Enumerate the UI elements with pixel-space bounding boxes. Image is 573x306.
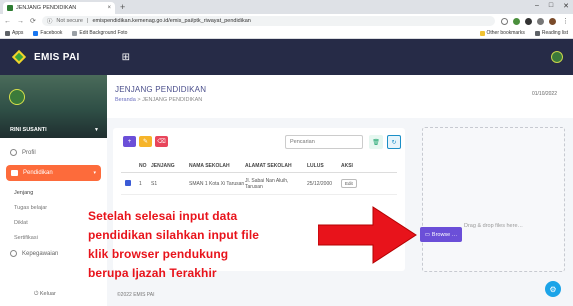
- bookmarks-bar: Apps Facebook Edit Background Foto Other…: [0, 28, 573, 39]
- reload-icon[interactable]: ⟳: [30, 17, 36, 25]
- app-header: EMIS PAI ⊞: [0, 39, 573, 75]
- puzzle-icon[interactable]: [537, 17, 544, 25]
- bookmark-edit-background[interactable]: Edit Background Foto: [72, 30, 127, 36]
- settings-gear-icon[interactable]: ⚙: [545, 281, 561, 297]
- edit-button[interactable]: ✎: [139, 136, 152, 147]
- delete-button[interactable]: ⌫: [155, 136, 168, 147]
- user-icon: [10, 149, 17, 156]
- browse-button[interactable]: ▭ Browse …: [420, 227, 462, 242]
- table-header: NO JENJANG NAMA SEKOLAH ALAMAT SEKOLAH L…: [121, 160, 397, 173]
- breadcrumb-current: JENJANG PENDIDIKAN: [142, 97, 203, 103]
- refresh-button[interactable]: ↻: [387, 135, 401, 149]
- back-arrow-icon[interactable]: ←: [4, 18, 11, 25]
- group-icon: [10, 250, 17, 257]
- add-button[interactable]: +: [123, 136, 136, 147]
- col-alamat-sekolah: ALAMAT SEKOLAH: [245, 163, 292, 169]
- bookmark-facebook[interactable]: Facebook: [33, 30, 62, 36]
- url-bar[interactable]: ⓘ Not secure | emispendidikan.kemenag.go…: [41, 16, 495, 26]
- red-arrow-icon: [318, 206, 417, 264]
- tab-close-icon[interactable]: ×: [107, 5, 111, 11]
- instruction-annotation: Setelah selesai input data pendidikan si…: [88, 207, 338, 283]
- maximize-button[interactable]: □: [549, 2, 553, 10]
- star-icon[interactable]: [501, 17, 508, 25]
- other-bookmarks[interactable]: Other bookmarks: [479, 30, 525, 36]
- site-favicon-icon: [7, 5, 13, 11]
- breadcrumb-home[interactable]: Beranda: [115, 97, 136, 103]
- new-tab-button[interactable]: +: [120, 2, 125, 12]
- security-status: Not secure: [56, 18, 83, 24]
- info-icon[interactable]: ⓘ: [47, 17, 53, 25]
- sidebar-item-pendidikan[interactable]: Pendidikan ▾: [6, 165, 101, 181]
- page-icon: [72, 30, 78, 36]
- profile-banner: RINI SUSANTI ▼: [0, 75, 107, 138]
- search-input[interactable]: [290, 139, 358, 145]
- education-table: NO JENJANG NAMA SEKOLAH ALAMAT SEKOLAH L…: [121, 160, 397, 195]
- page-date: 01/10/2022: [531, 91, 557, 97]
- page-title: JENJANG PENDIDIKAN: [115, 85, 207, 94]
- tab-title: JENJANG PENDIDIKAN: [16, 5, 77, 11]
- table-toolbar: + ✎ ⌫: [123, 136, 168, 147]
- window-controls: – □ ✕: [535, 2, 569, 10]
- user-name[interactable]: RINI SUSANTI: [10, 127, 47, 133]
- apps-grid-icon: [5, 30, 10, 36]
- header-avatar[interactable]: [551, 51, 563, 63]
- breadcrumb: Beranda > JENJANG PENDIDIKAN: [115, 97, 203, 103]
- col-nama-sekolah: NAMA SEKOLAH: [189, 163, 230, 169]
- reading-list-icon: [534, 30, 540, 36]
- sidebar-subitem-jenjang[interactable]: Jenjang: [0, 185, 107, 200]
- profile-avatar-icon[interactable]: [549, 17, 556, 25]
- trash-button[interactable]: 🗑: [369, 135, 383, 149]
- col-lulus: LULUS: [307, 163, 324, 169]
- annotation-line: pendidikan silahkan input file: [88, 228, 260, 242]
- sidebar-item-profil[interactable]: Profil: [0, 144, 107, 161]
- row-checkbox[interactable]: [125, 179, 131, 186]
- url-text[interactable]: emispendidikan.kemenag.go.id/emis_pai/pt…: [92, 18, 250, 24]
- page-header: JENJANG PENDIDIKAN Beranda > JENJANG PEN…: [107, 75, 573, 118]
- chevron-down-icon: ▾: [93, 170, 96, 176]
- forward-arrow-icon[interactable]: →: [17, 18, 24, 25]
- reading-list[interactable]: Reading list: [534, 30, 568, 36]
- folder-icon: [11, 170, 18, 176]
- bookmark-apps[interactable]: Apps: [5, 30, 23, 36]
- footer-copyright: ©2022 EMIS PAI: [117, 292, 155, 298]
- emis-logo-icon: [11, 49, 27, 65]
- folder-icon: [479, 30, 485, 36]
- extensions-area: [501, 17, 556, 25]
- facebook-icon: [33, 30, 39, 36]
- col-jenjang: JENJANG: [151, 163, 175, 169]
- close-window-button[interactable]: ✕: [563, 2, 569, 10]
- file-dropzone[interactable]: Drag & drop files here…: [422, 127, 565, 272]
- browser-menu-icon[interactable]: ⋮: [562, 17, 569, 25]
- grid-menu-icon[interactable]: ⊞: [122, 52, 130, 63]
- logout-button[interactable]: ⏻ Keluar: [34, 291, 56, 298]
- chevron-down-icon[interactable]: ▼: [94, 127, 99, 133]
- address-bar-row: ← → ⟳ ⓘ Not secure | emispendidikan.keme…: [0, 14, 573, 28]
- browser-tab-bar: JENJANG PENDIDIKAN × + – □ ✕: [0, 0, 573, 14]
- annotation-line: Setelah selesai input data: [88, 209, 238, 223]
- col-aksi: AKSI: [341, 163, 353, 169]
- extension-icon[interactable]: [525, 17, 532, 25]
- table-row[interactable]: 1 S1 SMAN 1 Kota Xi Tarusan Jl. Sabai Na…: [121, 173, 397, 195]
- annotation-line: berupa Ijazah Terakhir: [88, 266, 217, 280]
- extension-icon[interactable]: [513, 17, 520, 25]
- col-no: NO: [139, 163, 147, 169]
- user-avatar: [9, 89, 25, 105]
- browser-tab[interactable]: JENJANG PENDIDIKAN ×: [3, 2, 115, 14]
- app-brand: EMIS PAI: [34, 51, 80, 63]
- search-field[interactable]: [285, 135, 363, 149]
- annotation-line: klik browser pendukung: [88, 247, 229, 261]
- minimize-button[interactable]: –: [535, 2, 539, 10]
- folder-open-icon: ▭: [424, 231, 430, 238]
- row-edit-button[interactable]: Edit: [341, 179, 357, 188]
